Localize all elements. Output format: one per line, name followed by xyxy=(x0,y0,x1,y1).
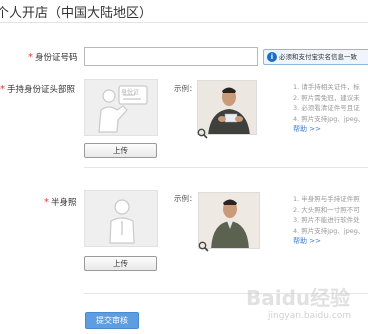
id-photo-label: * 手持身份证头部照 xyxy=(0,84,76,95)
upload-id-photo-button[interactable]: 上传 xyxy=(84,143,157,158)
id-photo-notes: 1. 请手持相关证件，标 2. 照片需免冠，建议未 3. 必须看清证件号且证 4… xyxy=(293,83,365,133)
baidu-watermark: Baidu经验 xyxy=(246,286,351,310)
sample-label: 示例： xyxy=(174,84,197,93)
submit-review-button[interactable]: 提交审核 xyxy=(85,312,139,329)
required-mark: * xyxy=(44,197,49,208)
half-body-notes: 1. 半身照与手持证件照 2. 大头照和一寸照不可 3. 照片不能进行软件处 4… xyxy=(293,195,365,245)
required-mark: * xyxy=(28,52,33,63)
id-number-input[interactable] xyxy=(84,47,258,66)
upload-half-body-button[interactable]: 上传 xyxy=(84,256,157,271)
section-divider xyxy=(84,167,368,168)
baidu-watermark-url: jingyan.baidu.com xyxy=(268,311,352,321)
title-divider xyxy=(0,22,368,23)
id-number-label: * 身份证号码 xyxy=(28,52,78,63)
help-link[interactable]: 帮助 >> xyxy=(293,125,321,133)
half-body-placeholder xyxy=(84,190,158,247)
id-number-tip: i 必须和支付宝实名信息一致 xyxy=(263,49,368,65)
help-link[interactable]: 帮助 >> xyxy=(293,237,321,245)
zoom-icon[interactable] xyxy=(197,124,208,139)
id-photo-placeholder: 身份证 xyxy=(84,79,158,136)
required-mark: * xyxy=(0,84,5,95)
info-icon: i xyxy=(267,52,277,62)
sample-label: 示例： xyxy=(174,194,197,203)
zoom-icon[interactable] xyxy=(198,237,209,252)
person-silhouette-icon xyxy=(109,199,135,244)
half-body-label: * 半身照 xyxy=(44,197,77,208)
page-title: 个人开店（中国大陆地区） xyxy=(0,6,153,21)
